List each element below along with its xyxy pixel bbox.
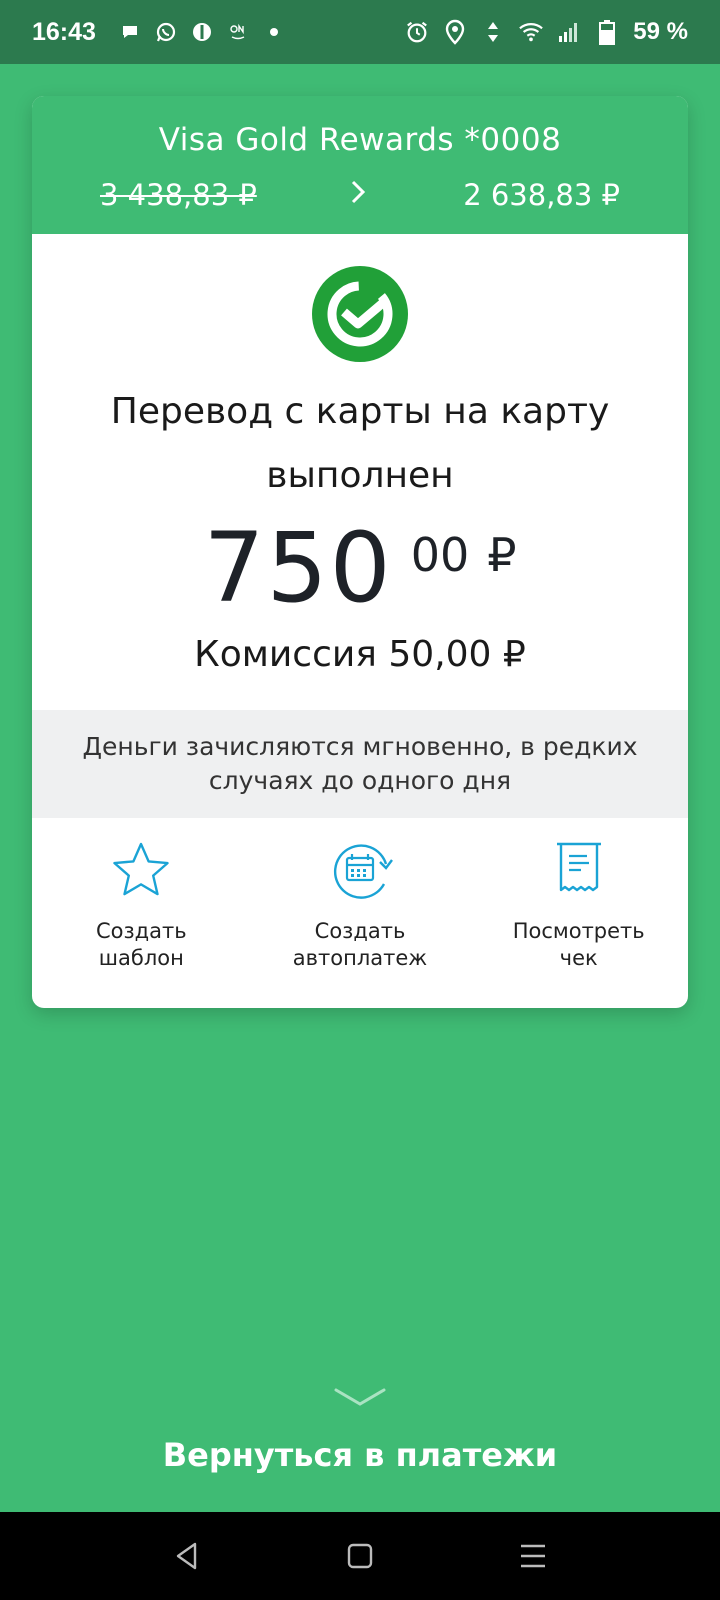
create-autopayment-label: Создать автоплатеж bbox=[292, 919, 428, 970]
wifi-icon bbox=[519, 20, 544, 44]
back-to-payments-button[interactable]: Вернуться в платежи bbox=[0, 1436, 720, 1474]
balance-before: 3 438,83 ₽ bbox=[100, 178, 257, 212]
success-check-icon bbox=[312, 266, 408, 362]
view-receipt-label: Посмотреть чек bbox=[512, 919, 645, 970]
location-icon bbox=[443, 19, 467, 45]
notice-banner: Деньги зачисляются мгновенно, в редких с… bbox=[32, 710, 688, 818]
create-autopayment-button[interactable]: Создать автоплатеж bbox=[251, 818, 470, 1008]
create-template-label: Создать шаблон bbox=[95, 919, 187, 970]
amount-integer: 750 bbox=[203, 512, 393, 624]
chat-bubble-icon bbox=[118, 20, 142, 44]
card-name: Visa Gold Rewards *0008 bbox=[158, 122, 562, 158]
app-icon bbox=[190, 20, 214, 44]
action-row: Создать шаблон Создать автоплатеж Посмот… bbox=[32, 818, 688, 1008]
alarm-icon bbox=[405, 20, 429, 44]
status-bar: 16:43 59 % bbox=[0, 0, 720, 64]
calendar-repeat-icon bbox=[328, 838, 393, 902]
chevron-right-icon bbox=[346, 176, 370, 208]
data-arrows-icon bbox=[481, 20, 505, 44]
navigation-bar bbox=[0, 1512, 720, 1600]
amount-fraction: 00 bbox=[410, 528, 470, 582]
card-header: Visa Gold Rewards *0008 3 438,83 ₽ 2 638… bbox=[32, 96, 688, 234]
signal-icon bbox=[557, 20, 581, 44]
back-triangle-icon[interactable] bbox=[167, 1536, 207, 1576]
battery-percent: 59 % bbox=[633, 18, 688, 45]
transfer-amount: 750 00 ₽ bbox=[32, 516, 688, 620]
menu-lines-icon[interactable] bbox=[513, 1536, 553, 1576]
chevron-down-icon[interactable] bbox=[332, 1384, 388, 1412]
home-square-icon[interactable] bbox=[340, 1536, 380, 1576]
balance-after: 2 638,83 ₽ bbox=[463, 178, 620, 212]
dot-icon bbox=[262, 20, 286, 44]
create-template-button[interactable]: Создать шаблон bbox=[32, 818, 251, 1008]
status-title: Перевод с карты на карту выполнен bbox=[110, 391, 610, 496]
receipt-icon bbox=[547, 838, 611, 902]
notification-icons bbox=[118, 20, 286, 44]
battery-icon bbox=[595, 20, 619, 45]
view-receipt-button[interactable]: Посмотреть чек bbox=[469, 818, 688, 1008]
amount-currency: ₽ bbox=[487, 528, 517, 582]
commission: Комиссия 50,00 ₽ bbox=[194, 634, 526, 675]
star-icon bbox=[109, 838, 173, 902]
system-icons: 59 % bbox=[405, 18, 688, 46]
transfer-result-card: Visa Gold Rewards *0008 3 438,83 ₽ 2 638… bbox=[32, 96, 688, 1008]
whatsapp-icon bbox=[154, 20, 178, 44]
on-icon bbox=[226, 20, 250, 44]
status-time: 16:43 bbox=[32, 17, 96, 46]
